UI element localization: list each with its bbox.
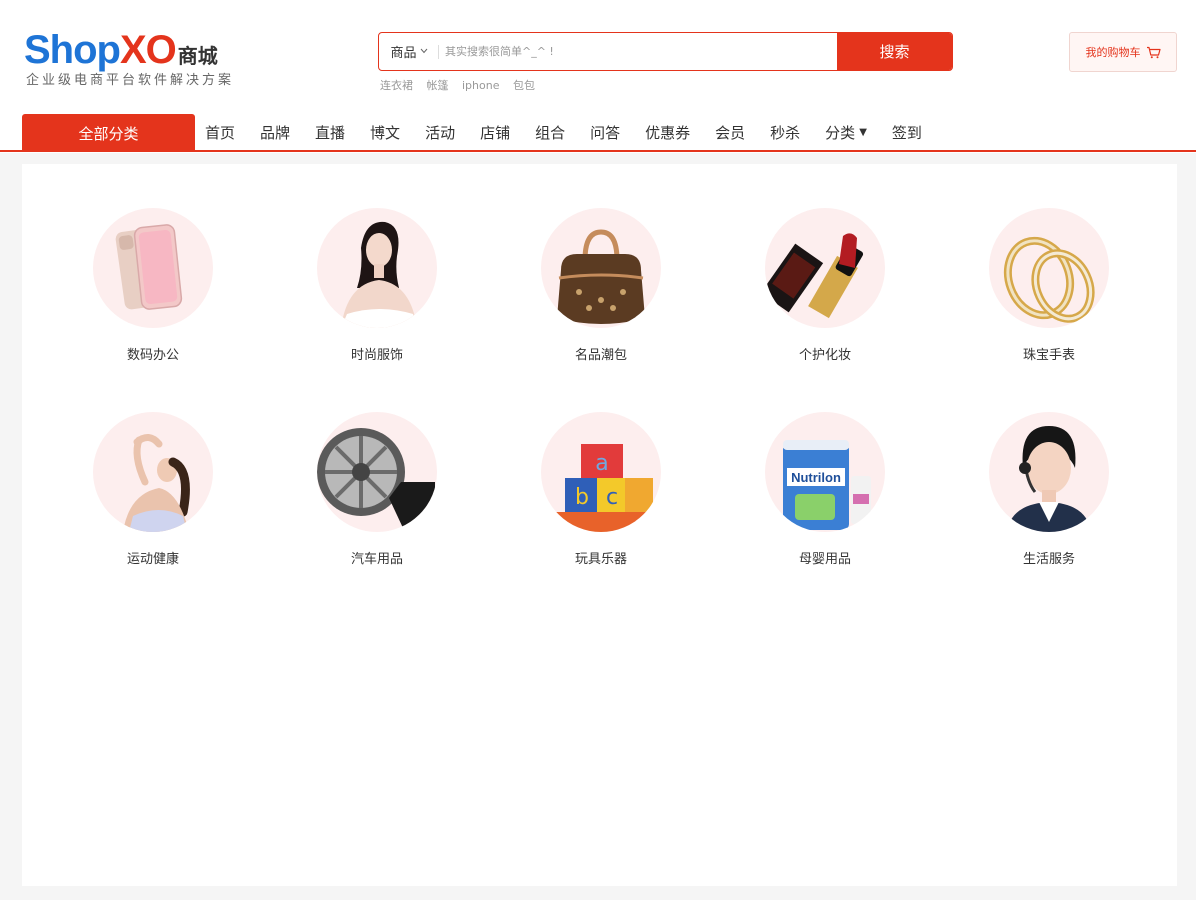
search-button[interactable]: 搜索 — [837, 33, 952, 70]
hot-word-link[interactable]: 包包 — [513, 79, 535, 92]
cart-label: 我的购物车 — [1085, 46, 1141, 59]
category-label: 汽车用品 — [350, 552, 403, 567]
search-input[interactable] — [445, 33, 835, 70]
svg-text:b: b — [575, 485, 589, 510]
category-item-services[interactable]: 生活服务 — [969, 412, 1129, 582]
category-item-cosmetics[interactable]: 个护化妆 — [745, 208, 905, 378]
toy-blocks-icon: a b c — [541, 412, 661, 532]
cart-button[interactable]: 我的购物车 — [1069, 32, 1177, 72]
category-label: 名品潮包 — [574, 348, 627, 363]
hot-word-link[interactable]: iphone — [462, 79, 499, 92]
nav-item-brand[interactable]: 品牌 — [250, 122, 300, 143]
nav-item-checkin[interactable]: 签到 — [882, 122, 932, 143]
caret-down-icon: ▼ — [859, 126, 867, 138]
hot-word-link[interactable]: 连衣裙 — [380, 79, 413, 92]
category-label: 玩具乐器 — [574, 552, 627, 567]
category-label: 母婴用品 — [798, 552, 851, 567]
wheel-icon — [317, 412, 437, 532]
nav-item-coupon[interactable]: 优惠券 — [635, 122, 700, 143]
fashion-model-icon — [317, 208, 437, 328]
logo-tagline: 企业级电商平台软件解决方案 — [26, 73, 235, 88]
nav-item-flash-sale[interactable]: 秒杀 — [760, 122, 810, 143]
category-label: 珠宝手表 — [1022, 348, 1075, 363]
nav-item-label: 品牌 — [260, 123, 291, 142]
hot-words: 连衣裙 帐篷 iphone 包包 — [380, 77, 545, 93]
category-panel: 数码办公 时尚服饰 名品潮包 个护化妆 珠宝手表 运动健康 汽车用品 a b c… — [22, 164, 1177, 886]
main-nav: 首页 品牌 直播 博文 活动 店铺 组合 问答 优惠券 会员 秒杀 分类 ▼ 签到 — [195, 114, 937, 150]
nav-item-label: 优惠券 — [645, 123, 691, 142]
nav-item-home[interactable]: 首页 — [195, 122, 245, 143]
nav-item-label: 直播 — [315, 123, 346, 142]
nav-item-label: 首页 — [205, 123, 236, 142]
nav-item-blog[interactable]: 博文 — [360, 122, 410, 143]
nav-item-qa[interactable]: 问答 — [580, 122, 630, 143]
category-item-bags[interactable]: 名品潮包 — [521, 208, 681, 378]
hot-word-link[interactable]: 帐篷 — [427, 79, 449, 92]
nav-item-label: 组合 — [535, 123, 566, 142]
category-item-jewelry[interactable]: 珠宝手表 — [969, 208, 1129, 378]
yoga-icon — [93, 412, 213, 532]
nav-item-label: 秒杀 — [770, 123, 801, 142]
site-header: ShopXO商城 企业级电商平台软件解决方案 商品 搜索 连衣裙 帐篷 ipho… — [0, 0, 1196, 153]
nav-item-member[interactable]: 会员 — [705, 122, 755, 143]
category-item-auto[interactable]: 汽车用品 — [297, 412, 457, 582]
category-label: 数码办公 — [126, 348, 179, 363]
category-label: 个护化妆 — [798, 348, 851, 363]
nav-item-shop[interactable]: 店铺 — [470, 122, 520, 143]
search-bar: 商品 搜索 — [378, 32, 953, 71]
rings-icon — [989, 208, 1109, 328]
handbag-icon — [541, 208, 661, 328]
nav-item-label: 活动 — [425, 123, 456, 142]
nav-item-label: 分类 — [825, 123, 856, 142]
category-item-sports[interactable]: 运动健康 — [73, 412, 233, 582]
search-type-label: 商品 — [390, 46, 417, 61]
customer-service-icon — [989, 412, 1109, 532]
svg-text:a: a — [595, 451, 608, 476]
nav-item-live[interactable]: 直播 — [305, 122, 355, 143]
lipstick-icon — [765, 208, 885, 328]
nav-item-label: 会员 — [715, 123, 746, 142]
logo-brand-mall: 商城 — [177, 44, 218, 68]
chevron-down-icon — [420, 47, 428, 57]
nav-item-category[interactable]: 分类 ▼ — [815, 122, 877, 143]
category-item-toys[interactable]: a b c 玩具乐器 — [521, 412, 681, 582]
nav-item-activity[interactable]: 活动 — [415, 122, 465, 143]
logo-brand-shop: Shop — [24, 28, 121, 72]
nav-item-label: 签到 — [891, 123, 922, 142]
all-categories-button[interactable]: 全部分类 — [22, 114, 195, 152]
search-type-select[interactable]: 商品 — [379, 33, 439, 70]
category-label: 生活服务 — [1022, 552, 1075, 567]
nav-item-label: 店铺 — [480, 123, 511, 142]
cart-icon — [1146, 46, 1161, 58]
category-label: 时尚服饰 — [350, 348, 403, 363]
milk-powder-icon: Nutrilon — [765, 412, 885, 532]
category-item-baby[interactable]: Nutrilon 母婴用品 — [745, 412, 905, 582]
svg-text:Nutrilon: Nutrilon — [791, 470, 841, 485]
category-item-fashion[interactable]: 时尚服饰 — [297, 208, 457, 378]
phone-icon — [93, 208, 213, 328]
nav-item-bundle[interactable]: 组合 — [525, 122, 575, 143]
nav-item-label: 问答 — [590, 123, 621, 142]
svg-text:c: c — [606, 485, 618, 510]
category-item-digital[interactable]: 数码办公 — [73, 208, 233, 378]
logo[interactable]: ShopXO 商城 企业级电商平台软件解决方案 — [24, 28, 244, 90]
logo-brand-xo: XO — [119, 28, 177, 72]
nav-item-label: 博文 — [370, 123, 401, 142]
nav-divider — [0, 150, 1196, 152]
category-label: 运动健康 — [126, 552, 179, 567]
search-divider — [438, 45, 439, 59]
